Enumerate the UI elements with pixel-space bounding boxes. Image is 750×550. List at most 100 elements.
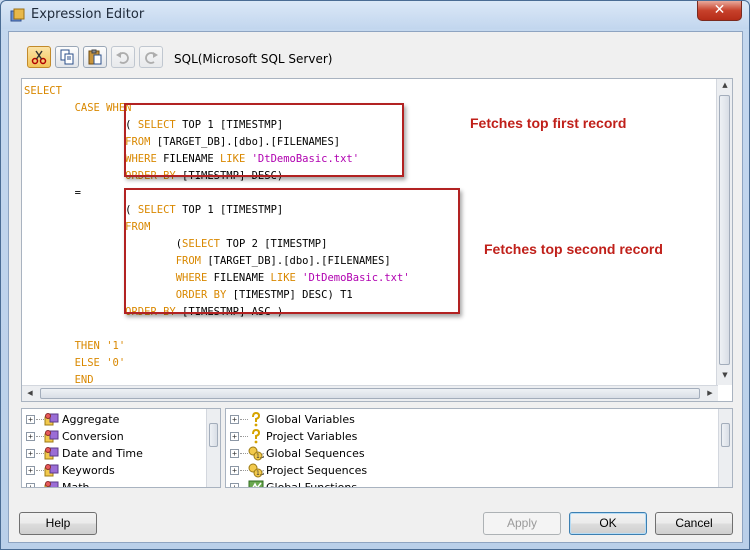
global-function-icon [248, 480, 264, 487]
sequence-icon: 1,2 [248, 446, 266, 461]
help-button-label: Help [45, 516, 71, 530]
code-line[interactable]: SELECT [24, 83, 62, 100]
tree-item-label: Global Sequences [266, 447, 365, 460]
tree-item-label: Conversion [62, 430, 124, 443]
expand-plus-icon[interactable]: + [26, 415, 35, 424]
variables-tree-scrollbar[interactable] [718, 409, 732, 487]
svg-text:1,2: 1,2 [256, 453, 264, 460]
svg-text:1,2: 1,2 [256, 470, 264, 477]
sql-dialect-label: SQL(Microsoft SQL Server) [174, 52, 333, 66]
cancel-button-label: Cancel [675, 516, 713, 530]
functions-tree-scrollbar[interactable] [206, 409, 220, 487]
scroll-right-icon[interactable]: ▶ [702, 389, 718, 397]
close-icon: ✕ [713, 2, 726, 18]
tree-item-label: Project Variables [266, 430, 358, 443]
editor-horizontal-scrollbar[interactable]: ◀ ▶ [22, 385, 718, 401]
annotation-first-record: Fetches top first record [470, 115, 627, 131]
function-icon [44, 446, 60, 461]
expand-plus-icon[interactable]: + [230, 432, 239, 441]
ok-button-label: OK [599, 516, 617, 530]
apply-button[interactable]: Apply [483, 512, 561, 535]
paste-icon [88, 49, 102, 65]
tree-item-label: Math [62, 481, 90, 488]
functions-tree-pane[interactable]: + Aggregate + Conversion + Date and Time + Keyw… [21, 408, 221, 488]
expression-editor-window: Expression Editor ✕ SQL(Microsoft SQL Se… [0, 0, 750, 550]
undo-button[interactable] [111, 46, 135, 68]
code-line[interactable]: CASE WHEN [24, 100, 132, 117]
editor-vertical-scroll-thumb[interactable] [719, 95, 730, 365]
redo-button[interactable] [139, 46, 163, 68]
ok-button[interactable]: OK [569, 512, 647, 535]
expand-plus-icon[interactable]: + [230, 449, 239, 458]
tree-item-label: Project Sequences [266, 464, 368, 477]
close-button[interactable]: ✕ [697, 1, 742, 21]
sequence-icon: 1,2 [248, 463, 266, 478]
dialog-client-area: SQL(Microsoft SQL Server) SELECT CASE WH… [8, 31, 743, 543]
redo-icon [145, 52, 158, 64]
code-line[interactable]: THEN '1' [24, 338, 126, 355]
tree-item-label: Global Variables [266, 413, 355, 426]
annotation-second-record: Fetches top second record [484, 241, 663, 257]
expression-editor-app-icon [10, 8, 25, 22]
expand-plus-icon[interactable]: + [26, 432, 35, 441]
tree-item-label: Global Functions [266, 481, 358, 488]
copy-button[interactable] [55, 46, 79, 68]
sql-keyword: ELSE [74, 357, 100, 369]
cut-button[interactable] [27, 46, 51, 68]
undo-icon [116, 52, 129, 64]
cancel-button[interactable]: Cancel [655, 512, 733, 535]
sql-keyword: THEN [74, 340, 100, 352]
variable-icon [248, 428, 264, 444]
tree-item-label: Aggregate [62, 413, 120, 426]
scroll-left-icon[interactable]: ◀ [22, 389, 38, 397]
sql-keyword: '1' [106, 340, 126, 352]
second-record-highlight-box [124, 188, 460, 314]
code-line[interactable]: = [24, 185, 81, 202]
help-button[interactable]: Help [19, 512, 97, 535]
variables-tree-pane[interactable]: +Global Variables+Project Variables+1,2G… [225, 408, 733, 488]
expand-plus-icon[interactable]: + [230, 466, 239, 475]
tree-connector [240, 419, 248, 420]
title-bar[interactable]: Expression Editor ✕ [1, 1, 749, 29]
function-icon [44, 463, 60, 478]
expand-plus-icon[interactable]: + [26, 483, 35, 487]
expand-plus-icon[interactable]: + [230, 415, 239, 424]
tree-connector [36, 453, 44, 454]
sql-keyword: '0' [106, 357, 126, 369]
first-record-highlight-box [124, 103, 404, 177]
copy-icon [60, 49, 74, 65]
tree-connector [240, 487, 248, 488]
sql-keyword: SELECT [24, 85, 62, 97]
scissors-icon [31, 50, 47, 65]
tree-item-label: Date and Time [62, 447, 143, 460]
scroll-down-icon[interactable]: ▼ [717, 371, 732, 379]
scroll-up-icon[interactable]: ▲ [717, 81, 732, 89]
tree-connector [240, 470, 248, 471]
tree-connector [36, 487, 44, 488]
editor-vertical-scrollbar[interactable]: ▲ ▼ [716, 79, 732, 385]
tree-connector [36, 470, 44, 471]
variables-scroll-thumb[interactable] [721, 423, 730, 447]
functions-scroll-thumb[interactable] [209, 423, 218, 447]
editor-horizontal-scroll-thumb[interactable] [40, 388, 700, 399]
sql-text: = [74, 187, 81, 199]
editor-toolbar: SQL(Microsoft SQL Server) [21, 42, 731, 70]
tree-connector [240, 436, 248, 437]
function-icon [44, 480, 60, 487]
expand-plus-icon[interactable]: + [26, 449, 35, 458]
tree-connector [36, 419, 44, 420]
code-line[interactable]: ELSE '0' [24, 355, 126, 372]
window-title: Expression Editor [31, 7, 145, 22]
expand-plus-icon[interactable]: + [230, 483, 239, 487]
expand-plus-icon[interactable]: + [26, 466, 35, 475]
tree-connector [36, 436, 44, 437]
function-icon [44, 429, 60, 444]
expression-code-editor[interactable]: SELECT CASE WHEN ( SELECT TOP 1 [TIMESTM… [21, 78, 733, 402]
function-icon [44, 412, 60, 427]
tree-connector [240, 453, 248, 454]
tree-item-label: Keywords [62, 464, 115, 477]
sql-keyword: CASE WHEN [74, 102, 132, 114]
variable-icon [248, 411, 264, 427]
paste-button[interactable] [83, 46, 107, 68]
apply-button-label: Apply [506, 516, 538, 530]
